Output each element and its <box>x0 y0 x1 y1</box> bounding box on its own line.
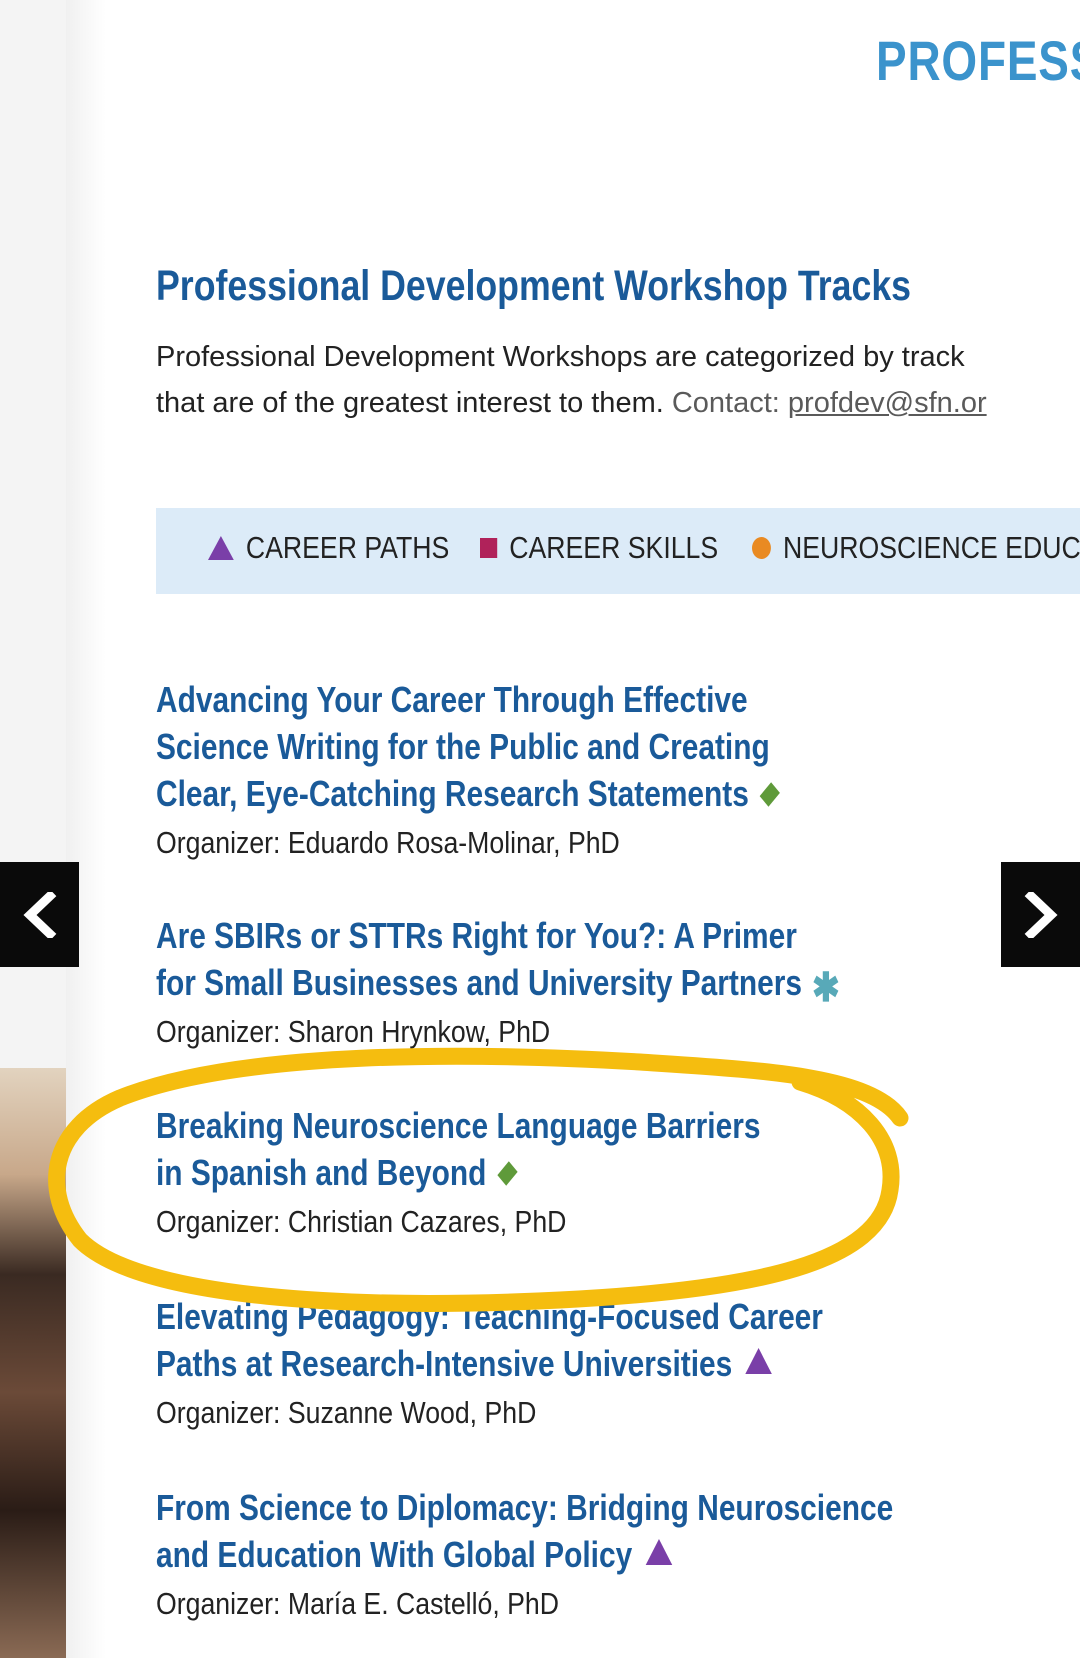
chevron-left-icon <box>23 892 57 938</box>
workshop-title[interactable]: Elevating Pedagogy: Teaching-Focused Car… <box>156 1293 823 1387</box>
workshop-title-line: Breaking Neuroscience Language Barriers <box>156 1105 761 1146</box>
workshop-title[interactable]: Breaking Neuroscience Language Barriers … <box>156 1102 760 1196</box>
workshop-title[interactable]: Are SBIRs or STTRs Right for You?: A Pri… <box>156 912 840 1010</box>
legend-career-paths: CAREER PATHS <box>208 530 449 566</box>
chevron-right-icon <box>1024 892 1058 938</box>
triangle-icon <box>208 536 234 560</box>
workshop-item: Are SBIRs or STTRs Right for You?: A Pri… <box>156 912 980 1050</box>
workshop-title-line: Are SBIRs or STTRs Right for You?: A Pri… <box>156 915 797 956</box>
intro-line-1: Professional Development Workshops are c… <box>156 341 965 373</box>
workshop-title-line: for Small Businesses and University Part… <box>156 962 802 1003</box>
workshop-title-line: From Science to Diplomacy: Bridging Neur… <box>156 1487 894 1528</box>
page-shadow <box>66 0 106 1658</box>
intro-text: Professional Development Workshops are c… <box>156 334 987 426</box>
workshop-title[interactable]: Advancing Your Career Through Effective … <box>156 676 781 817</box>
previous-page-button[interactable] <box>0 862 79 967</box>
legend-label: CAREER PATHS <box>245 530 450 565</box>
workshop-item: From Science to Diplomacy: Bridging Neur… <box>156 1484 1044 1622</box>
legend-career-skills: CAREER SKILLS <box>480 530 718 566</box>
diamond-icon <box>497 1161 518 1186</box>
square-icon <box>480 538 498 558</box>
workshop-title-line: and Education With Global Policy <box>156 1534 633 1575</box>
intro-line-2: that are of the greatest interest to the… <box>156 380 987 426</box>
workshop-title-line: Elevating Pedagogy: Teaching-Focused Car… <box>156 1296 823 1337</box>
workshop-organizer: Organizer: Christian Cazares, PhD <box>156 1204 567 1239</box>
workshop-item: Elevating Pedagogy: Teaching-Focused Car… <box>156 1293 960 1431</box>
photo-edge <box>0 1068 66 1658</box>
track-legend: CAREER PATHS CAREER SKILLS NEUROSCIENCE … <box>156 508 1080 594</box>
workshop-title[interactable]: From Science to Diplomacy: Bridging Neur… <box>156 1484 893 1578</box>
workshop-organizer: Organizer: Sharon Hrynkow, PhD <box>156 1014 551 1049</box>
workshop-organizer: Organizer: Eduardo Rosa-Molinar, PhD <box>156 825 620 860</box>
asterisk-icon: ✱ <box>811 966 840 1010</box>
legend-neuroscience-education: NEUROSCIENCE EDUCA <box>752 530 1080 566</box>
left-page-edge <box>0 0 66 1658</box>
workshop-organizer: Organizer: María E. Castelló, PhD <box>156 1586 560 1621</box>
workshop-item: Advancing Your Career Through Effective … <box>156 676 903 861</box>
workshop-title-line: Science Writing for the Public and Creat… <box>156 726 770 767</box>
triangle-icon <box>645 1539 673 1565</box>
workshop-organizer: Organizer: Suzanne Wood, PhD <box>156 1395 537 1430</box>
workshop-title-line: Clear, Eye-Catching Research Statements <box>156 773 749 814</box>
page-header-title: PROFESS <box>876 29 1080 92</box>
intro-line-2-text: that are of the greatest interest to the… <box>156 387 664 419</box>
section-title: Professional Development Workshop Tracks <box>156 262 912 310</box>
workshop-item-highlighted: Breaking Neuroscience Language Barriers … <box>156 1102 884 1240</box>
legend-label: NEUROSCIENCE EDUCA <box>782 530 1080 565</box>
workshop-title-line: Advancing Your Career Through Effective <box>156 679 748 720</box>
contact-email-link[interactable]: profdev@sfn.or <box>788 387 987 419</box>
diamond-icon <box>759 782 781 807</box>
triangle-icon <box>745 1348 773 1374</box>
legend-label: CAREER SKILLS <box>509 530 719 565</box>
workshop-title-line: in Spanish and Beyond <box>156 1152 487 1193</box>
next-page-button[interactable] <box>1001 862 1080 967</box>
circle-icon <box>752 537 771 559</box>
contact-label: Contact: <box>671 387 780 419</box>
workshop-title-line: Paths at Research-Intensive Universities <box>156 1343 733 1384</box>
